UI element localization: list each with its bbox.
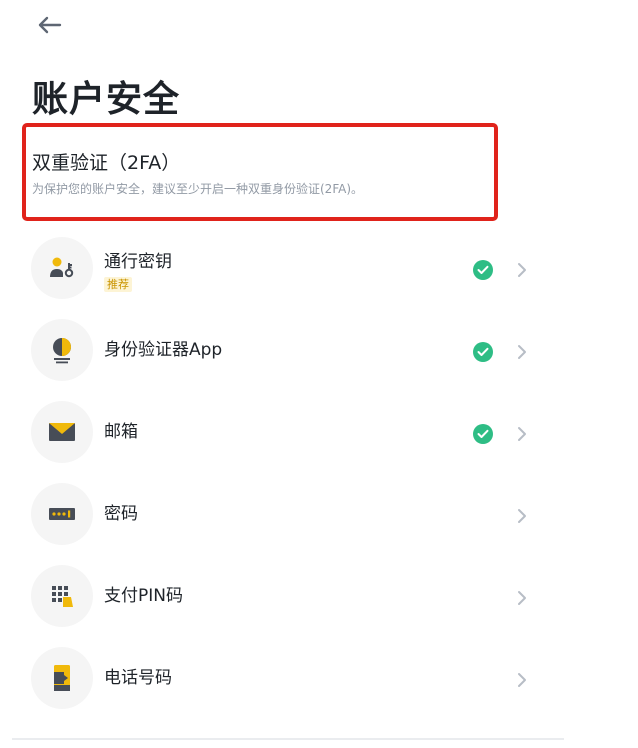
security-item-email[interactable]: 邮箱 bbox=[0, 391, 638, 473]
email-icon bbox=[31, 401, 93, 463]
security-item-label: 密码 bbox=[104, 504, 138, 524]
chevron-right-icon bbox=[518, 345, 526, 359]
security-item-label: 身份验证器App bbox=[104, 340, 223, 360]
security-item-authenticator[interactable]: 身份验证器App bbox=[0, 309, 638, 391]
back-button[interactable] bbox=[34, 10, 64, 40]
security-item-phone[interactable]: 电话号码 bbox=[0, 637, 638, 719]
security-methods-list: 通行密钥 推荐 身份验证器App 邮箱 密码 支付PIN码 电话号码 bbox=[0, 227, 638, 719]
security-item-label: 电话号码 bbox=[104, 668, 172, 688]
twofa-section-description: 为保护您的账户安全，建议至少开启一种双重身份验证(2FA)。 bbox=[32, 182, 364, 196]
security-item-label: 通行密钥 bbox=[104, 252, 172, 272]
chevron-right-icon bbox=[518, 591, 526, 605]
security-item-payment-pin[interactable]: 支付PIN码 bbox=[0, 555, 638, 637]
security-item-label: 邮箱 bbox=[104, 422, 138, 442]
passkey-icon bbox=[31, 237, 93, 299]
password-icon bbox=[31, 483, 93, 545]
phone-icon bbox=[31, 647, 93, 709]
check-circle-icon bbox=[473, 342, 493, 362]
chevron-right-icon bbox=[518, 427, 526, 441]
security-item-label: 支付PIN码 bbox=[104, 586, 183, 606]
authenticator-icon bbox=[31, 319, 93, 381]
recommended-badge: 推荐 bbox=[104, 277, 132, 292]
pin-icon bbox=[31, 565, 93, 627]
page-title: 账户安全 bbox=[32, 79, 181, 120]
check-circle-icon bbox=[473, 424, 493, 444]
arrow-left-icon bbox=[38, 16, 62, 34]
chevron-right-icon bbox=[518, 673, 526, 687]
check-circle-icon bbox=[473, 260, 493, 280]
security-item-password[interactable]: 密码 bbox=[0, 473, 638, 555]
bottom-divider bbox=[12, 738, 564, 740]
chevron-right-icon bbox=[518, 509, 526, 523]
security-item-passkey[interactable]: 通行密钥 推荐 bbox=[0, 227, 638, 309]
twofa-section-title: 双重验证（2FA） bbox=[32, 152, 181, 174]
chevron-right-icon bbox=[518, 263, 526, 277]
